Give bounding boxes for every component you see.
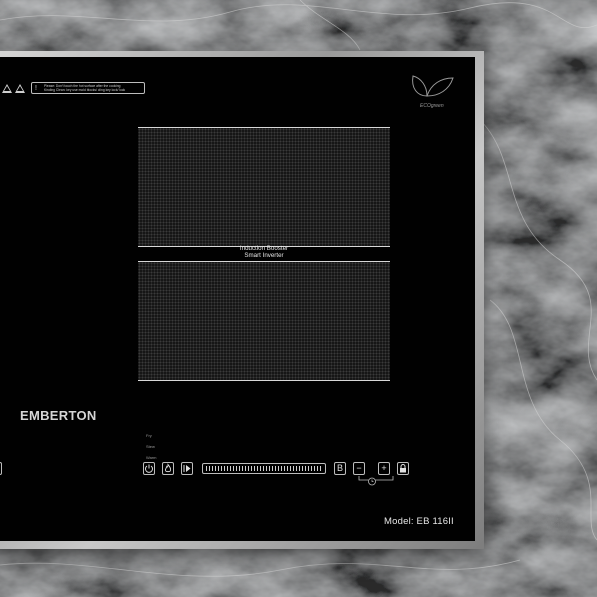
lock-icon xyxy=(400,464,406,473)
mode-fry: Fry xyxy=(146,433,152,438)
left-zone-button[interactable] xyxy=(0,462,2,475)
cooking-zone-bottom xyxy=(138,261,390,381)
play-icon xyxy=(183,465,191,472)
boost-button[interactable]: B xyxy=(334,462,346,475)
mode-warm: Warm xyxy=(146,455,157,460)
mode-button[interactable] xyxy=(162,462,174,475)
cooktop-photo: ! Please: Don't touch the hot surface af… xyxy=(0,0,597,597)
power-icon xyxy=(145,464,153,473)
caution-icon xyxy=(2,83,12,93)
booster-label: Induction Booster Smart Inverter xyxy=(138,245,390,259)
hot-surface-icon xyxy=(15,83,25,93)
timer-bracket xyxy=(358,476,394,486)
model-label: Model: EB 116II xyxy=(384,516,454,527)
warning-label: ! Please: Don't touch the hot surface af… xyxy=(31,82,145,94)
brand-logo: EMBERTON xyxy=(20,408,97,423)
plus-button[interactable]: + xyxy=(378,462,390,475)
flame-icon xyxy=(164,463,172,473)
warning-line-2: Kinding Clean: key use mold blocks/ clin… xyxy=(44,88,126,93)
power-slider[interactable] xyxy=(202,463,326,474)
power-button[interactable] xyxy=(143,462,155,475)
cooking-zone-top xyxy=(138,127,390,247)
lock-button[interactable] xyxy=(397,462,409,475)
booster-line-2: Smart Inverter xyxy=(244,251,284,259)
eco-label: ECOgreen xyxy=(420,103,444,109)
warning-icons xyxy=(2,82,28,94)
minus-button[interactable]: − xyxy=(353,462,365,475)
mode-stew: Stew xyxy=(146,444,155,449)
exclamation-icon: ! xyxy=(35,85,37,92)
start-button[interactable] xyxy=(181,462,193,475)
